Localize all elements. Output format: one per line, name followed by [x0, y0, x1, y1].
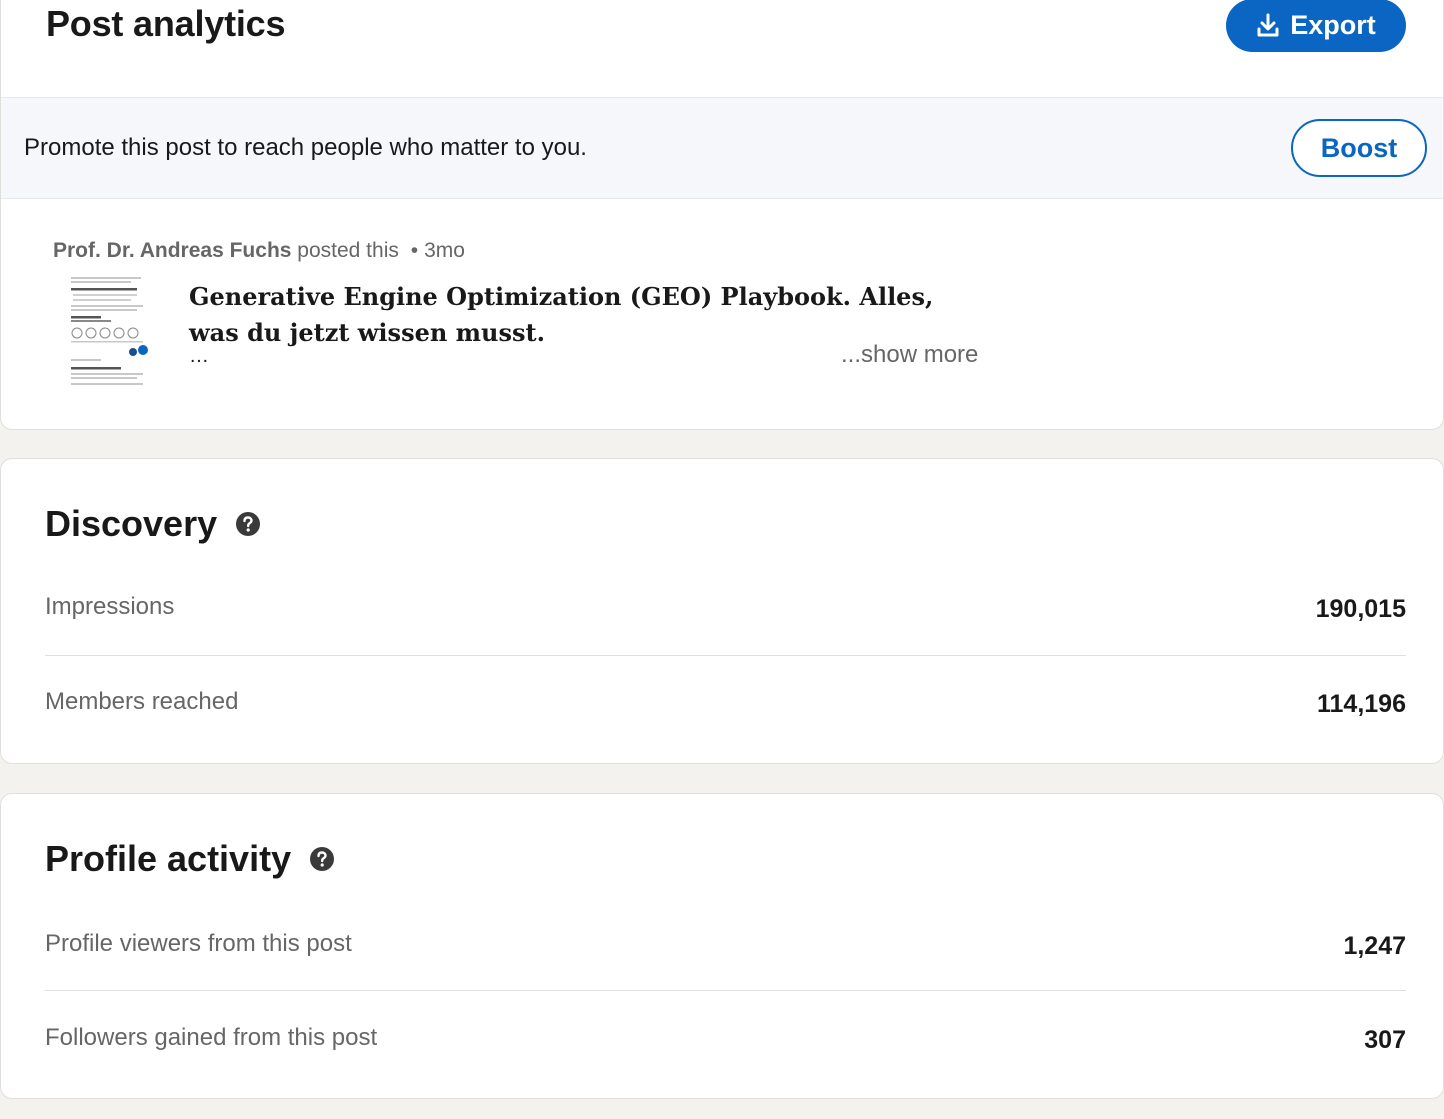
metric-value: 114,196: [1317, 690, 1406, 718]
post-author[interactable]: Prof. Dr. Andreas Fuchs: [53, 239, 291, 262]
promo-text: Promote this post to reach people who ma…: [24, 134, 587, 161]
metric-label: Profile viewers from this post: [45, 930, 352, 957]
post-meta: Prof. Dr. Andreas Fuchs posted this • 3mo: [53, 239, 465, 263]
download-icon: [1256, 13, 1280, 39]
metric-row[interactable]: Members reached 114,196: [45, 688, 1406, 783]
profile-activity-card: Profile activity Profile viewers from th…: [0, 793, 1444, 1099]
help-circle-icon[interactable]: [235, 511, 261, 537]
page-title: Post analytics: [46, 3, 286, 44]
metric-label: Followers gained from this post: [45, 1024, 378, 1051]
post-summary-card: Post analytics Export Promote this post …: [0, 0, 1444, 430]
boost-button[interactable]: Boost: [1291, 119, 1427, 177]
meta-separator: •: [410, 239, 419, 262]
post-action: posted this: [297, 239, 399, 262]
metric-label: Impressions: [45, 593, 175, 620]
divider: [45, 655, 1406, 656]
post-thumbnail[interactable]: [67, 275, 153, 389]
metric-row[interactable]: Impressions 190,015: [45, 593, 1406, 688]
promo-banner: Promote this post to reach people who ma…: [1, 97, 1443, 199]
divider: [45, 990, 1406, 991]
help-circle-icon[interactable]: [309, 846, 335, 872]
metric-value: 307: [1364, 1026, 1406, 1054]
post-age: 3mo: [424, 239, 465, 262]
discovery-title: Discovery: [45, 503, 218, 544]
metric-value: 190,015: [1315, 595, 1406, 623]
show-more-link[interactable]: ...show more: [841, 341, 978, 369]
profile-activity-heading: Profile activity: [45, 838, 335, 880]
metric-label: Members reached: [45, 688, 239, 715]
export-button[interactable]: Export: [1226, 0, 1406, 52]
metric-row[interactable]: Profile viewers from this post 1,247: [45, 930, 1406, 1025]
metric-value: 1,247: [1343, 932, 1406, 960]
export-label: Export: [1290, 10, 1376, 40]
discovery-heading: Discovery: [45, 503, 261, 545]
post-truncation: …: [189, 345, 209, 367]
metric-row[interactable]: Followers gained from this post 307: [45, 1024, 1406, 1119]
profile-activity-title: Profile activity: [45, 838, 292, 879]
discovery-card: Discovery Impressions 190,015 Members re…: [0, 458, 1444, 764]
